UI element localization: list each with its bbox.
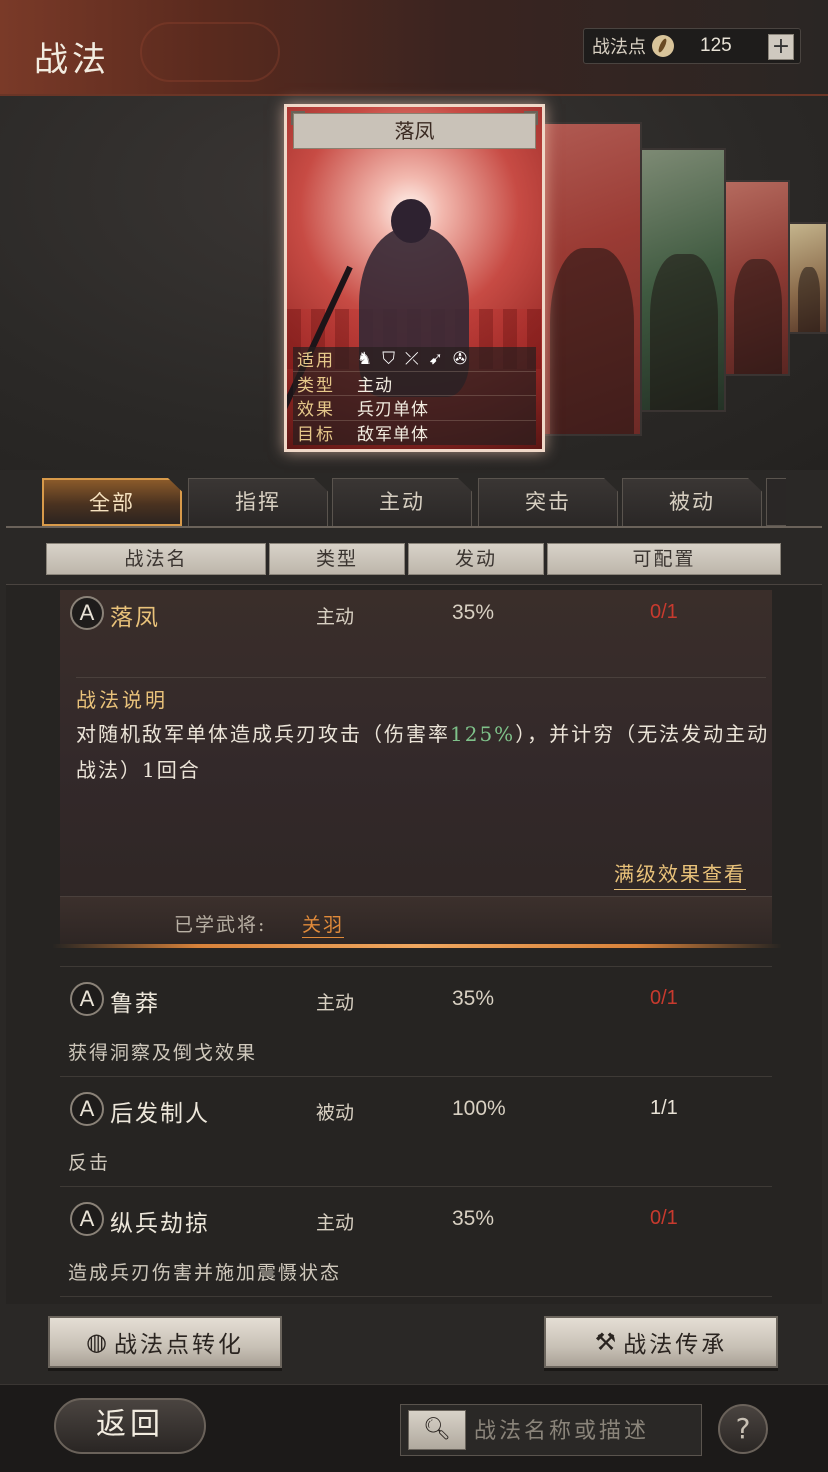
back-button[interactable]: 返回 (54, 1398, 206, 1454)
card-info-panel: 适用 ♞ ⛉ ⤫ ➹ ✇ 类型 主动 效果 兵刃单体 目标 敌军单体 (293, 347, 536, 445)
skill-name: 落凤 (110, 605, 160, 631)
table-row[interactable]: A 落凤 主动 35% 0/1 (60, 596, 772, 636)
row-divider (60, 1296, 772, 1297)
expanded-glow-divider (52, 944, 782, 948)
column-header-type[interactable]: 类型 (269, 543, 405, 575)
column-header-name[interactable]: 战法名 (46, 543, 266, 575)
shield-icon: ⛉ (382, 348, 395, 369)
skill-config: 0/1 (650, 1207, 678, 1229)
expanded-divider (76, 677, 766, 678)
skill-desc: 造成兵刃伤害并施加震慑状态 (68, 1262, 342, 1284)
convert-points-button[interactable]: ◍ 战法点转化 (48, 1316, 282, 1368)
table-row[interactable]: A 后发制人 被动 100% 1/1 反击 (60, 1092, 772, 1184)
bow-icon: ⤫ (405, 348, 419, 369)
tab-command[interactable]: 指挥 (188, 478, 328, 526)
search-input[interactable] (474, 1414, 694, 1448)
troop-icons: ♞ ⛉ ⤫ ➹ ✇ (357, 349, 467, 369)
card-row-value: 兵刃单体 (357, 400, 429, 421)
skill-desc-title: 战法说明 (76, 688, 168, 712)
card-corner-ornament (524, 111, 538, 125)
skill-name: 鲁莽 (110, 991, 160, 1017)
skill-desc: 反击 (68, 1152, 111, 1174)
max-level-effect-link[interactable]: 满级效果查看 (614, 858, 746, 890)
hammer-icon: ⚒ (594, 1328, 620, 1356)
card-row-key: 效果 (297, 400, 335, 421)
skill-card-preview[interactable] (640, 148, 726, 412)
skill-type: 主动 (316, 606, 355, 628)
learned-generals-label: 已学武将: (174, 914, 267, 936)
skill-name: 后发制人 (110, 1101, 210, 1127)
card-row-value: 敌军单体 (357, 425, 429, 446)
skill-grade-badge: A (70, 982, 104, 1016)
skill-name: 纵兵劫掠 (110, 1211, 210, 1237)
tab-overflow[interactable] (766, 478, 786, 526)
header-bar: 战法 战法点 125 + (0, 0, 828, 96)
skill-point-icon: ◍ (86, 1328, 110, 1356)
learned-generals-bar (60, 896, 772, 944)
skill-type: 主动 (316, 992, 355, 1014)
list-divider (6, 584, 822, 585)
row-divider (60, 966, 772, 967)
row-divider (60, 1076, 772, 1077)
skill-grade-badge: A (70, 1202, 104, 1236)
skill-desc: 获得洞察及倒戈效果 (68, 1042, 258, 1064)
table-row[interactable]: A 鲁莽 主动 35% 0/1 获得洞察及倒戈效果 (60, 982, 772, 1074)
tab-all[interactable]: 全部 (42, 478, 182, 526)
skill-type: 被动 (316, 1102, 355, 1124)
skill-grade-badge: A (70, 596, 104, 630)
column-header-rate[interactable]: 发动 (408, 543, 544, 575)
category-tabs: 全部 指挥 主动 突击 被动 (42, 478, 828, 526)
tabs-divider (6, 526, 822, 528)
card-row-troops: 适用 ♞ ⛉ ⤫ ➹ ✇ (293, 347, 536, 372)
skill-rate: 100% (452, 1097, 506, 1120)
skill-config: 0/1 (650, 601, 678, 623)
page-title: 战法 (34, 40, 110, 80)
convert-points-label: 战法点转化 (113, 1332, 244, 1358)
skill-rate: 35% (452, 1207, 495, 1230)
skill-grade-badge: A (70, 1092, 104, 1126)
card-row-type: 类型 主动 (293, 372, 536, 396)
selected-skill-card[interactable]: 落凤 适用 ♞ ⛉ ⤫ ➹ ✇ 类型 主动 效果 兵刃单体 目标 敌军单体 (284, 104, 545, 452)
card-art-head (391, 199, 431, 243)
add-points-button[interactable]: + (768, 34, 794, 60)
card-row-target: 目标 敌军单体 (293, 421, 536, 446)
skill-config: 0/1 (650, 987, 678, 1009)
spear-icon: ➹ (428, 348, 443, 369)
skill-desc-text: 对随机敌军单体造成兵刃攻击（伤害率125%），并计穷（无法发动主动战法）1回合 (76, 716, 776, 788)
skill-points-box: 战法点 125 + (583, 28, 801, 64)
tab-passive[interactable]: 被动 (622, 478, 762, 526)
help-button[interactable]: ? (718, 1404, 768, 1454)
learned-general-link[interactable]: 关羽 (302, 910, 345, 938)
skill-points-label: 战法点 (592, 37, 646, 58)
inherit-skill-label: 战法传承 (623, 1332, 728, 1358)
row-divider (60, 1186, 772, 1187)
column-header-config[interactable]: 可配置 (547, 543, 781, 575)
table-row[interactable]: A 纵兵劫掠 主动 35% 0/1 造成兵刃伤害并施加震慑状态 (60, 1202, 772, 1294)
skill-card-preview[interactable] (540, 122, 642, 436)
skill-card-preview[interactable] (724, 180, 790, 376)
cavalry-icon: ♞ (357, 348, 373, 369)
chariot-icon: ✇ (452, 348, 468, 369)
tab-active[interactable]: 主动 (332, 478, 472, 526)
card-row-key: 目标 (297, 425, 335, 446)
damage-rate-highlight: 125% (450, 722, 516, 746)
card-name: 落凤 (293, 113, 536, 149)
skill-card-preview[interactable] (788, 222, 828, 334)
skill-type: 主动 (316, 1212, 355, 1234)
skill-rate: 35% (452, 601, 495, 624)
card-row-value: 主动 (357, 375, 393, 396)
card-corner-ornament (291, 111, 305, 125)
desc-part: 对随机敌军单体造成兵刃攻击（伤害率 (76, 722, 450, 746)
card-row-key: 类型 (297, 375, 335, 396)
header-ornament (140, 22, 280, 82)
skill-points-value: 125 (700, 35, 732, 56)
tab-assault[interactable]: 突击 (478, 478, 618, 526)
search-icon[interactable]: 🔍︎ (408, 1410, 466, 1450)
skill-rate: 35% (452, 987, 495, 1010)
card-row-key: 适用 (297, 351, 335, 372)
skill-point-icon (652, 35, 674, 57)
card-row-effect: 效果 兵刃单体 (293, 396, 536, 421)
inherit-skill-button[interactable]: ⚒ 战法传承 (544, 1316, 778, 1368)
skill-config: 1/1 (650, 1097, 678, 1119)
